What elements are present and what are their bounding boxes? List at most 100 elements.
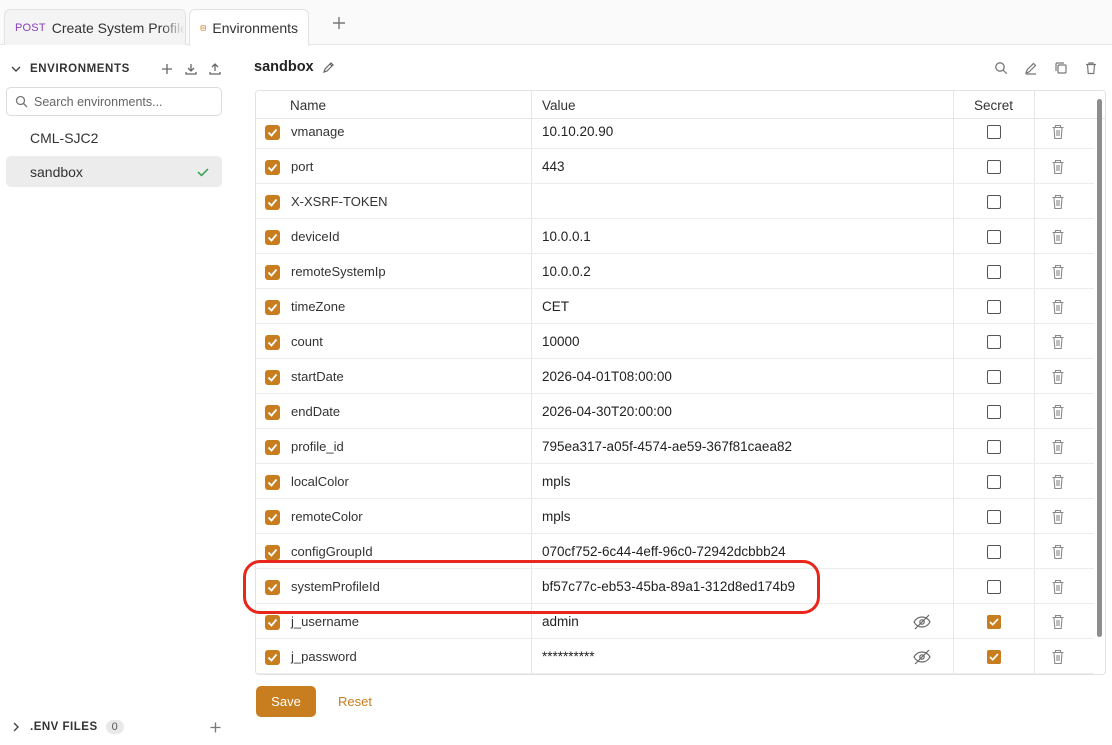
- variable-value[interactable]: CET: [542, 299, 569, 314]
- variable-value[interactable]: 10.0.0.1: [542, 229, 591, 244]
- search-environments-field[interactable]: [6, 87, 222, 116]
- variable-name[interactable]: remoteColor: [291, 509, 363, 524]
- row-enabled-checkbox[interactable]: [265, 615, 280, 630]
- variable-name[interactable]: j_username: [291, 614, 359, 629]
- variable-value[interactable]: 795ea317-a05f-4574-ae59-367f81caea82: [542, 439, 792, 454]
- variable-name[interactable]: endDate: [291, 404, 340, 419]
- delete-row-trash-icon[interactable]: [1051, 124, 1065, 140]
- variable-name[interactable]: port: [291, 159, 313, 174]
- tab-environments[interactable]: Environments: [189, 9, 309, 46]
- search-icon[interactable]: [994, 61, 1008, 75]
- secret-checkbox[interactable]: [987, 370, 1001, 384]
- delete-row-trash-icon[interactable]: [1051, 194, 1065, 210]
- variable-value[interactable]: **********: [542, 649, 595, 664]
- delete-row-trash-icon[interactable]: [1051, 264, 1065, 280]
- new-tab-plus-icon[interactable]: [330, 14, 348, 32]
- import-download-icon[interactable]: [184, 62, 198, 76]
- delete-row-trash-icon[interactable]: [1051, 369, 1065, 385]
- row-enabled-checkbox[interactable]: [265, 230, 280, 245]
- tab-create-system-profile[interactable]: POST Create System Profile: [4, 9, 186, 45]
- row-enabled-checkbox[interactable]: [265, 440, 280, 455]
- delete-row-trash-icon[interactable]: [1051, 649, 1065, 665]
- row-enabled-checkbox[interactable]: [265, 650, 280, 665]
- variable-value[interactable]: 10.10.20.90: [542, 124, 613, 139]
- secret-checkbox[interactable]: [987, 160, 1001, 174]
- chevron-down-icon[interactable]: [10, 63, 22, 75]
- row-enabled-checkbox[interactable]: [265, 545, 280, 560]
- secret-checkbox[interactable]: [987, 650, 1001, 664]
- secret-checkbox[interactable]: [987, 440, 1001, 454]
- add-environment-plus-icon[interactable]: [160, 62, 174, 76]
- save-button[interactable]: Save: [256, 686, 316, 717]
- variable-value[interactable]: 443: [542, 159, 565, 174]
- secret-checkbox[interactable]: [987, 545, 1001, 559]
- variable-value[interactable]: 070cf752-6c44-4eff-96c0-72942dcbbb24: [542, 544, 786, 559]
- row-enabled-checkbox[interactable]: [265, 265, 280, 280]
- variable-value[interactable]: 2026-04-01T08:00:00: [542, 369, 672, 384]
- secret-checkbox[interactable]: [987, 230, 1001, 244]
- variable-name[interactable]: deviceId: [291, 229, 339, 244]
- secret-checkbox[interactable]: [987, 580, 1001, 594]
- row-enabled-checkbox[interactable]: [265, 370, 280, 385]
- delete-row-trash-icon[interactable]: [1051, 299, 1065, 315]
- variable-name[interactable]: j_password: [291, 649, 357, 664]
- toggle-visibility-eye-off-icon[interactable]: [913, 614, 931, 630]
- table-scrollbar[interactable]: [1097, 99, 1102, 637]
- row-enabled-checkbox[interactable]: [265, 475, 280, 490]
- row-enabled-checkbox[interactable]: [265, 405, 280, 420]
- variable-name[interactable]: X-XSRF-TOKEN: [291, 194, 388, 209]
- variable-name[interactable]: vmanage: [291, 124, 344, 139]
- row-enabled-checkbox[interactable]: [265, 300, 280, 315]
- delete-row-trash-icon[interactable]: [1051, 334, 1065, 350]
- variable-name[interactable]: count: [291, 334, 323, 349]
- row-enabled-checkbox[interactable]: [265, 125, 280, 140]
- secret-checkbox[interactable]: [987, 510, 1001, 524]
- delete-row-trash-icon[interactable]: [1051, 614, 1065, 630]
- secret-checkbox[interactable]: [987, 475, 1001, 489]
- variable-value[interactable]: admin: [542, 614, 579, 629]
- toggle-visibility-eye-off-icon[interactable]: [913, 649, 931, 665]
- duplicate-icon[interactable]: [1054, 61, 1068, 75]
- variable-name[interactable]: configGroupId: [291, 544, 373, 559]
- secret-checkbox[interactable]: [987, 335, 1001, 349]
- secret-checkbox[interactable]: [987, 265, 1001, 279]
- export-upload-icon[interactable]: [208, 62, 222, 76]
- delete-row-trash-icon[interactable]: [1051, 509, 1065, 525]
- delete-row-trash-icon[interactable]: [1051, 229, 1065, 245]
- delete-row-trash-icon[interactable]: [1051, 439, 1065, 455]
- variable-value[interactable]: 2026-04-30T20:00:00: [542, 404, 672, 419]
- delete-row-trash-icon[interactable]: [1051, 404, 1065, 420]
- edit-name-pencil-icon[interactable]: [322, 61, 335, 74]
- delete-row-trash-icon[interactable]: [1051, 544, 1065, 560]
- variable-name[interactable]: profile_id: [291, 439, 344, 454]
- variable-name[interactable]: localColor: [291, 474, 349, 489]
- secret-checkbox[interactable]: [987, 195, 1001, 209]
- add-env-file-plus-icon[interactable]: [209, 721, 222, 734]
- secret-checkbox[interactable]: [987, 125, 1001, 139]
- variable-value[interactable]: bf57c77c-eb53-45ba-89a1-312d8ed174b9: [542, 579, 795, 594]
- variable-name[interactable]: systemProfileId: [291, 579, 380, 594]
- sidebar-item-cml-sjc2[interactable]: CML-SJC2: [6, 122, 222, 153]
- variable-value[interactable]: mpls: [542, 474, 571, 489]
- chevron-right-icon[interactable]: [10, 721, 22, 733]
- delete-row-trash-icon[interactable]: [1051, 579, 1065, 595]
- delete-row-trash-icon[interactable]: [1051, 474, 1065, 490]
- reset-button[interactable]: Reset: [330, 686, 380, 717]
- row-enabled-checkbox[interactable]: [265, 580, 280, 595]
- variable-value[interactable]: 10000: [542, 334, 580, 349]
- row-enabled-checkbox[interactable]: [265, 510, 280, 525]
- secret-checkbox[interactable]: [987, 405, 1001, 419]
- search-input[interactable]: [34, 94, 214, 109]
- delete-row-trash-icon[interactable]: [1051, 159, 1065, 175]
- sidebar-item-sandbox[interactable]: sandbox: [6, 156, 222, 187]
- variable-name[interactable]: startDate: [291, 369, 344, 384]
- row-enabled-checkbox[interactable]: [265, 160, 280, 175]
- row-enabled-checkbox[interactable]: [265, 195, 280, 210]
- row-enabled-checkbox[interactable]: [265, 335, 280, 350]
- secret-checkbox[interactable]: [987, 300, 1001, 314]
- variable-value[interactable]: mpls: [542, 509, 571, 524]
- edit-icon[interactable]: [1024, 61, 1038, 75]
- variable-name[interactable]: timeZone: [291, 299, 345, 314]
- variable-name[interactable]: remoteSystemIp: [291, 264, 386, 279]
- delete-environment-trash-icon[interactable]: [1084, 61, 1098, 75]
